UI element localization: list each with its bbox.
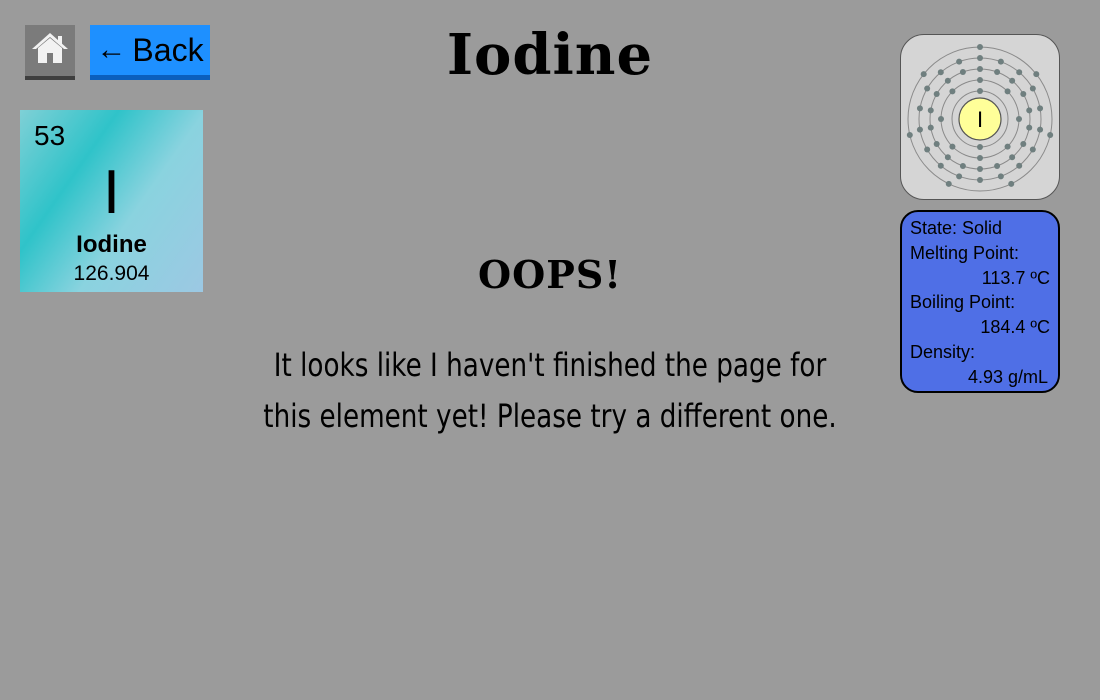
electron bbox=[916, 105, 923, 112]
page-title: Iodine bbox=[446, 22, 654, 88]
electron bbox=[977, 177, 983, 183]
electron bbox=[924, 146, 931, 153]
electron bbox=[1009, 154, 1016, 161]
electron bbox=[1004, 143, 1011, 150]
electron bbox=[1020, 91, 1027, 97]
electron bbox=[1026, 124, 1033, 131]
electron bbox=[1004, 88, 1011, 95]
electron bbox=[1033, 71, 1040, 78]
back-button-label: Back bbox=[132, 31, 204, 68]
electron bbox=[1037, 105, 1044, 112]
element-tile: 53 I Iodine 126.904 bbox=[20, 110, 203, 292]
density-label: Density: bbox=[910, 341, 976, 362]
electron bbox=[977, 166, 983, 172]
message-line-2: this element yet! Please try a different… bbox=[263, 397, 837, 435]
electron bbox=[1016, 116, 1022, 122]
density-value: 4.93 g/mL bbox=[967, 366, 1048, 387]
electron bbox=[906, 132, 913, 139]
electron bbox=[994, 162, 1001, 169]
message-line-1: It looks like I haven't finished the pag… bbox=[273, 346, 827, 384]
electron bbox=[977, 77, 983, 83]
melting-point-value: 113.7 ºC bbox=[981, 267, 1050, 288]
element-symbol: I bbox=[102, 158, 121, 227]
electron bbox=[977, 44, 983, 50]
electron bbox=[977, 55, 983, 61]
electron bbox=[944, 154, 951, 161]
electron bbox=[924, 85, 931, 92]
back-arrow-icon: ← bbox=[96, 33, 127, 66]
electron bbox=[1029, 146, 1036, 153]
atomic-number: 53 bbox=[34, 120, 66, 151]
properties-panel: State: Solid Melting Point: 113.7 ºC Boi… bbox=[900, 210, 1060, 393]
electron bbox=[927, 124, 934, 131]
electron bbox=[933, 141, 940, 147]
electron bbox=[1016, 69, 1023, 76]
electron bbox=[997, 173, 1004, 180]
electron bbox=[1029, 85, 1036, 92]
electron bbox=[944, 77, 951, 84]
electron bbox=[977, 144, 983, 150]
electron bbox=[977, 88, 983, 94]
electron bbox=[956, 173, 963, 180]
electron bbox=[1047, 132, 1054, 139]
electron bbox=[949, 143, 956, 150]
element-name: Iodine bbox=[76, 231, 147, 258]
electron bbox=[920, 71, 927, 78]
electron bbox=[1026, 107, 1033, 114]
electron bbox=[937, 69, 944, 76]
nucleus-symbol: I bbox=[977, 107, 983, 132]
electron bbox=[956, 58, 963, 65]
home-icon bbox=[30, 31, 70, 70]
bohr-model: I bbox=[900, 34, 1060, 200]
electron bbox=[1008, 180, 1015, 187]
electron bbox=[977, 155, 983, 161]
boiling-point-label: Boiling Point: bbox=[910, 292, 1016, 313]
state-label: State: Solid bbox=[910, 218, 1003, 238]
electron bbox=[1009, 77, 1016, 84]
atomic-mass: 126.904 bbox=[73, 262, 150, 285]
electron bbox=[937, 162, 944, 169]
electron bbox=[933, 91, 940, 97]
melting-point-label: Melting Point: bbox=[910, 242, 1020, 263]
electron bbox=[949, 88, 956, 95]
electron bbox=[1020, 141, 1027, 147]
electron bbox=[959, 162, 966, 169]
home-button[interactable] bbox=[25, 25, 75, 80]
electron bbox=[959, 69, 966, 76]
oops-heading: OOPS! bbox=[478, 252, 622, 297]
electron bbox=[927, 107, 934, 114]
electron bbox=[945, 180, 952, 187]
unfinished-message: It looks like I haven't finished the pag… bbox=[263, 340, 837, 442]
electron bbox=[997, 58, 1004, 65]
electron bbox=[916, 126, 923, 133]
electron bbox=[1016, 162, 1023, 169]
back-button[interactable]: ← Back bbox=[90, 25, 210, 80]
electron bbox=[994, 69, 1001, 76]
electron bbox=[938, 116, 944, 122]
electron bbox=[1037, 126, 1044, 133]
electron bbox=[977, 66, 983, 72]
boiling-point-value: 184.4 ºC bbox=[980, 317, 1050, 338]
